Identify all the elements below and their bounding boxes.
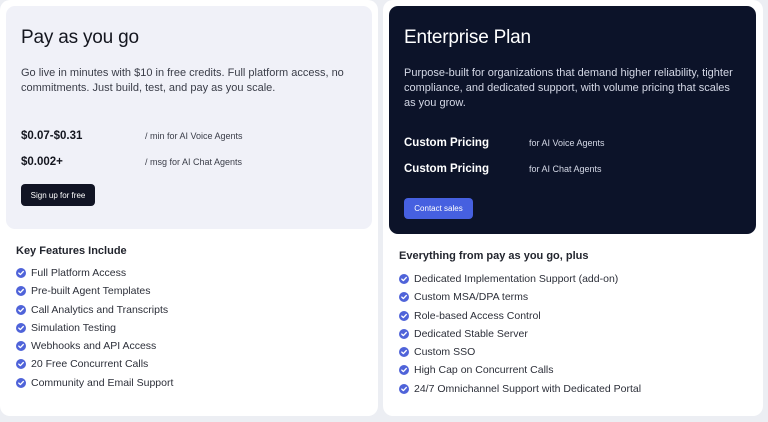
feature-item: Dedicated Stable Server (399, 328, 641, 346)
check-circle-icon (16, 322, 26, 333)
feature-item: Custom SSO (399, 346, 641, 364)
enterprise-price-unit: for AI Chat Agents (529, 164, 602, 174)
feature-label: Simulation Testing (31, 321, 117, 334)
payg-title: Pay as you go (21, 27, 139, 48)
feature-label: Dedicated Stable Server (414, 327, 528, 340)
feature-item: Pre-built Agent Templates (16, 285, 173, 303)
feature-item: 20 Free Concurrent Calls (16, 358, 173, 376)
enterprise-price-amount: Custom Pricing (404, 163, 489, 175)
feature-item: Community and Email Support (16, 377, 173, 395)
payg-features-heading: Key Features Include (16, 245, 127, 257)
feature-item: Simulation Testing (16, 322, 173, 340)
payg-hero-panel: Pay as you go Go live in minutes with $1… (6, 6, 372, 229)
feature-label: Dedicated Implementation Support (add-on… (414, 273, 619, 285)
payg-price-unit: / min for AI Voice Agents (145, 131, 243, 141)
feature-label: Call Analytics and Transcripts (31, 303, 169, 316)
check-circle-icon (16, 341, 26, 352)
feature-label: Webhooks and API Access (31, 340, 157, 353)
check-circle-icon (16, 268, 26, 278)
feature-label: High Cap on Concurrent Calls (414, 364, 554, 377)
feature-label: Pre-built Agent Templates (31, 285, 151, 298)
feature-label: Community and Email Support (31, 376, 174, 389)
check-circle-icon (399, 292, 409, 303)
feature-item: High Cap on Concurrent Calls (399, 364, 641, 382)
feature-item: Role-based Access Control (399, 310, 641, 328)
enterprise-description: Purpose-built for organizations that dem… (404, 67, 733, 109)
feature-label: 24/7 Omnichannel Support with Dedicated … (414, 382, 642, 395)
check-circle-icon (16, 359, 26, 370)
enterprise-title: Enterprise Plan (404, 27, 531, 48)
sign-up-button[interactable]: Sign up for free (21, 184, 95, 206)
check-circle-icon (399, 328, 409, 339)
enterprise-feature-list: Dedicated Implementation Support (add-on… (399, 273, 641, 401)
contact-sales-button[interactable]: Contact sales (404, 198, 473, 219)
feature-item: Dedicated Implementation Support (add-on… (399, 273, 641, 291)
check-circle-icon (399, 347, 409, 358)
feature-item: Call Analytics and Transcripts (16, 304, 173, 322)
feature-item: 24/7 Omnichannel Support with Dedicated … (399, 383, 641, 401)
enterprise-price-unit: for AI Voice Agents (529, 138, 605, 148)
payg-price-amount: $0.07-$0.31 (21, 130, 83, 142)
feature-label: 20 Free Concurrent Calls (31, 358, 149, 371)
check-circle-icon (399, 365, 409, 376)
payg-plan-card: Pay as you go Go live in minutes with $1… (0, 0, 378, 416)
check-circle-icon (16, 377, 26, 388)
check-circle-icon (16, 286, 26, 297)
feature-label: Custom SSO (414, 346, 476, 359)
feature-item: Custom MSA/DPA terms (399, 291, 641, 309)
check-circle-icon (399, 310, 409, 321)
payg-price-amount: $0.002+ (21, 156, 63, 168)
feature-label: Role-based Access Control (414, 309, 541, 322)
payg-description: Go live in minutes with $10 in free cred… (21, 67, 344, 94)
enterprise-hero-panel: Enterprise Plan Purpose-built for organi… (389, 6, 756, 234)
check-circle-icon (399, 274, 409, 284)
feature-label: Custom MSA/DPA terms (414, 291, 529, 304)
feature-item: Full Platform Access (16, 267, 173, 285)
payg-feature-list: Full Platform Access Pre-built Agent Temp… (16, 267, 173, 395)
feature-label: Full Platform Access (31, 267, 127, 279)
feature-item: Webhooks and API Access (16, 340, 173, 358)
enterprise-plan-card: Enterprise Plan Purpose-built for organi… (383, 0, 763, 416)
payg-price-unit: / msg for AI Chat Agents (145, 157, 243, 167)
enterprise-price-amount: Custom Pricing (404, 137, 489, 149)
check-circle-icon (399, 383, 409, 394)
enterprise-features-heading: Everything from pay as you go, plus (399, 250, 589, 262)
check-circle-icon (16, 304, 26, 315)
